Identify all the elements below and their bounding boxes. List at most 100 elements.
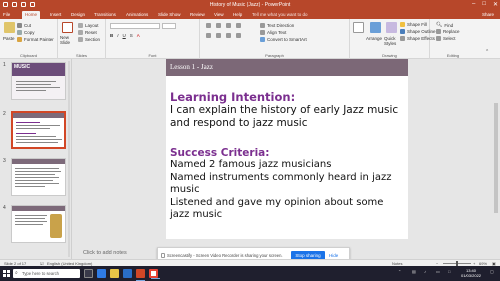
align-right-icon[interactable] (226, 33, 231, 38)
quick-styles-icon[interactable] (386, 22, 397, 33)
outline-icon (400, 29, 405, 34)
underline-button[interactable]: U (123, 33, 126, 38)
arrange-button[interactable]: Arrange (366, 36, 382, 41)
file-explorer-icon[interactable] (110, 269, 119, 278)
select-button[interactable]: Select (436, 36, 456, 41)
learning-intention-heading: Learning Intention: (170, 90, 296, 104)
slide-thumbnail-4[interactable] (11, 205, 66, 243)
tab-review[interactable]: Review (190, 12, 205, 17)
slide-thumbnail-1[interactable]: MUSIC (11, 62, 66, 100)
increase-indent-icon[interactable] (236, 23, 241, 28)
network-icon[interactable]: ▤ (412, 269, 416, 274)
new-slide-icon[interactable] (62, 22, 73, 33)
slide-scrollbar[interactable] (494, 63, 498, 253)
list-buttons (206, 23, 241, 28)
screen-share-icon (161, 253, 165, 258)
new-slide-button[interactable]: New Slide (60, 35, 76, 45)
find-button[interactable]: 🔍︎ Find (436, 22, 453, 28)
paste-icon[interactable] (4, 22, 15, 33)
slide-thumbnail-3[interactable] (11, 158, 66, 196)
align-left-icon[interactable] (206, 33, 211, 38)
font-format-buttons: B I U S A (110, 33, 140, 38)
select-icon (436, 36, 441, 41)
text-direction-icon (260, 23, 265, 28)
shape-fill-button[interactable]: Shape Fill (400, 22, 427, 27)
tab-file[interactable]: File (3, 12, 10, 17)
close-button[interactable]: ✕ (493, 1, 498, 8)
font-name-box[interactable] (110, 23, 160, 29)
maximize-button[interactable]: □ (482, 1, 486, 8)
bold-button[interactable]: B (110, 33, 113, 38)
notes-placeholder[interactable]: Click to add notes (83, 250, 127, 256)
chrome-icon[interactable] (149, 269, 160, 279)
slide-canvas[interactable]: Lesson 1 - Jazz Learning Intention: I ca… (166, 59, 408, 239)
windows-start-icon[interactable] (3, 270, 10, 277)
reset-button[interactable]: Reset (78, 30, 97, 35)
brush-icon (17, 37, 22, 42)
saxophone-image (50, 214, 62, 238)
tab-transitions[interactable]: Transitions (94, 12, 116, 17)
slide-header: Lesson 1 - Jazz (166, 59, 408, 76)
taskbar-clock[interactable]: 13:40 01/03/2022 (461, 268, 481, 278)
slide-thumbnail-2[interactable] (11, 111, 66, 149)
replace-button[interactable]: Replace (436, 29, 460, 34)
learning-intention-text[interactable]: I can explain the history of early Jazz … (170, 104, 408, 130)
quick-styles-button[interactable]: Quick Styles (384, 36, 398, 46)
layout-button[interactable]: Layout (78, 23, 99, 28)
justify-icon[interactable] (236, 33, 241, 38)
minimize-button[interactable]: – (472, 1, 475, 8)
tab-insert[interactable]: Insert (50, 12, 61, 17)
font-group: B I U S A Font (106, 19, 200, 59)
editing-label: Editing (446, 53, 460, 58)
thumbnail-scrollbar[interactable] (68, 61, 70, 257)
section-button[interactable]: Section (78, 37, 100, 42)
align-center-icon[interactable] (216, 33, 221, 38)
slide-thumbnail-pane: 1 MUSIC 2 3 4 (0, 59, 72, 259)
tell-me-search[interactable]: Tell me what you want to do (252, 12, 308, 17)
tab-view[interactable]: View (214, 12, 224, 17)
bullets-icon[interactable] (206, 23, 211, 28)
battery-icon[interactable]: ▭ (436, 269, 440, 274)
paste-button[interactable]: Paste (3, 36, 15, 41)
search-icon: ⌕ (15, 270, 18, 276)
text-direction-button[interactable]: Text Direction (260, 23, 294, 28)
copy-button[interactable]: Copy (17, 30, 35, 35)
tab-help[interactable]: Help (233, 12, 242, 17)
language-indicator-icon[interactable]: □ (448, 269, 450, 274)
mail-icon[interactable] (123, 269, 132, 278)
tab-home[interactable]: Home (22, 11, 41, 19)
edge-icon[interactable] (97, 269, 106, 278)
criteria-item: Named instruments commonly heard in jazz… (170, 171, 392, 196)
align-text-button[interactable]: Align Text (260, 30, 286, 35)
shapes-gallery-icon[interactable] (353, 22, 364, 33)
clock-date: 01/03/2022 (461, 273, 482, 278)
numbering-icon[interactable] (216, 23, 221, 28)
arrange-icon[interactable] (370, 22, 381, 33)
ribbon: Paste Cut Copy Format Painter Clipboard … (0, 19, 500, 59)
collapse-ribbon-icon[interactable]: ⌃ (485, 49, 489, 55)
success-criteria-list[interactable]: Named 2 famous jazz musicians Named inst… (170, 159, 406, 222)
copy-icon (17, 30, 22, 35)
convert-smartart-button[interactable]: Convert to SmartArt (260, 37, 307, 42)
task-view-icon[interactable] (84, 269, 93, 278)
cut-button[interactable]: Cut (17, 23, 31, 28)
paragraph-label: Paragraph (265, 53, 284, 58)
tab-design[interactable]: Design (71, 12, 85, 17)
shadow-button[interactable]: S (130, 33, 133, 38)
font-label: Font (148, 53, 157, 58)
share-button[interactable]: Share (482, 12, 494, 17)
powerpoint-icon[interactable] (136, 269, 145, 281)
volume-icon[interactable]: ♪ (424, 269, 426, 274)
tab-slide-show[interactable]: Slide Show (158, 12, 181, 17)
decrease-indent-icon[interactable] (226, 23, 231, 28)
notifications-icon[interactable]: ▢ (490, 269, 494, 274)
taskbar-search[interactable]: ⌕ Type here to search (13, 269, 80, 278)
font-color-button[interactable]: A (137, 33, 140, 38)
font-size-box[interactable] (162, 23, 176, 29)
tray-overflow-icon[interactable]: ⌃ (398, 269, 401, 274)
replace-icon (436, 29, 441, 34)
window-title: History of Music (Jazz) - PowerPoint (209, 2, 291, 8)
format-painter-button[interactable]: Format Painter (17, 37, 54, 42)
italic-button[interactable]: I (117, 33, 118, 38)
tab-animations[interactable]: Animations (126, 12, 148, 17)
